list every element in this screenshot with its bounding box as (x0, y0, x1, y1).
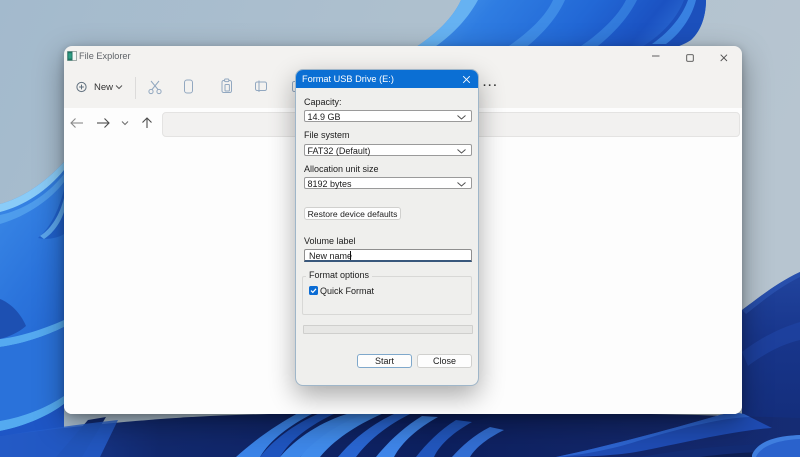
svg-text:New: New (94, 82, 113, 93)
